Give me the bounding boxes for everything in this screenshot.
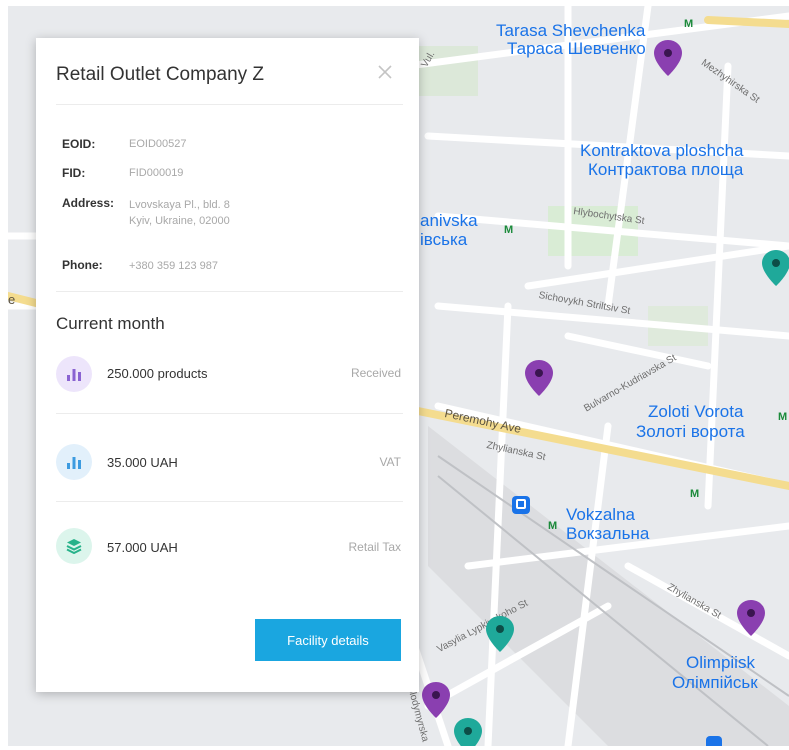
- divider: [56, 291, 403, 292]
- phone-value: +380 359 123 987: [129, 260, 219, 272]
- viewport: Tarasa Shevchenka Тараса Шевченко Kontra…: [0, 0, 789, 750]
- facility-pin-purple[interactable]: [737, 600, 765, 636]
- phone-label: Phone:: [62, 258, 103, 272]
- divider: [56, 501, 403, 502]
- address-line-2: Kyiv, Ukraine, 02000: [129, 215, 230, 227]
- eoid-value: EOID00527: [129, 138, 187, 150]
- facility-pin-teal[interactable]: [486, 616, 514, 652]
- place-label-zoloti-vorota: Zoloti Vorota: [648, 402, 744, 421]
- layers-icon: [56, 528, 92, 564]
- bar-chart-icon: [56, 444, 92, 480]
- place-label-vokzalna: Vokzalna: [566, 505, 635, 524]
- facility-pin-teal[interactable]: [454, 718, 482, 746]
- place-label-shevchenka: Tarasa Shevchenka: [496, 21, 646, 40]
- facility-pin-purple[interactable]: [422, 682, 450, 718]
- bar-chart-icon: [56, 356, 92, 392]
- stat-label: Retail Tax: [348, 540, 401, 554]
- metro-icon: M: [690, 488, 700, 500]
- fid-value: FID000019: [129, 167, 184, 179]
- metro-icon: M: [504, 224, 514, 236]
- address-label: Address:: [62, 196, 115, 210]
- place-label-zoloti-vorota-cyr: Золоті ворота: [636, 422, 745, 441]
- section-title: Current month: [56, 314, 165, 333]
- facility-pin-purple[interactable]: [525, 360, 553, 396]
- close-icon[interactable]: [373, 60, 397, 84]
- place-label-olimpiiska-cyr: Олімпійськ: [672, 673, 758, 692]
- metro-icon: M: [684, 18, 694, 30]
- facility-pin-teal[interactable]: [762, 250, 789, 286]
- facility-info-panel: Retail Outlet Company Z EOID: EOID00527 …: [36, 38, 419, 692]
- train-station-icon: [706, 736, 722, 746]
- divider: [56, 413, 403, 414]
- fid-label: FID:: [62, 166, 86, 180]
- place-label-shevchenka-cyr: Тараса Шевченко: [507, 39, 646, 58]
- address-line-1: Lvovskaya Pl., bld. 8: [129, 199, 230, 211]
- stat-value: 250.000 products: [107, 366, 208, 381]
- place-label-lukianivska-cyr: івська: [420, 230, 468, 249]
- place-label-kontraktova: Kontraktova ploshcha: [580, 141, 744, 160]
- place-label-lukianivska: anivska: [420, 211, 478, 230]
- divider: [56, 104, 403, 105]
- place-label-kontraktova-cyr: Контрактова площа: [588, 160, 744, 179]
- stat-value: 57.000 UAH: [107, 540, 178, 555]
- facility-pin-purple[interactable]: [654, 40, 682, 76]
- stat-value: 35.000 UAH: [107, 455, 178, 470]
- stat-label: VAT: [379, 455, 401, 469]
- metro-icon: M: [548, 520, 558, 532]
- place-label-olimpiiska: Olimpiisk: [686, 653, 755, 672]
- panel-title: Retail Outlet Company Z: [56, 64, 265, 85]
- place-label-vokzalna-cyr: Вокзальна: [566, 524, 650, 543]
- metro-icon: M: [778, 411, 788, 423]
- facility-details-button[interactable]: Facility details: [255, 619, 401, 661]
- eoid-label: EOID:: [62, 137, 96, 151]
- stat-label: Received: [350, 366, 401, 380]
- street-label: e: [8, 292, 16, 307]
- train-station-icon: [512, 496, 530, 514]
